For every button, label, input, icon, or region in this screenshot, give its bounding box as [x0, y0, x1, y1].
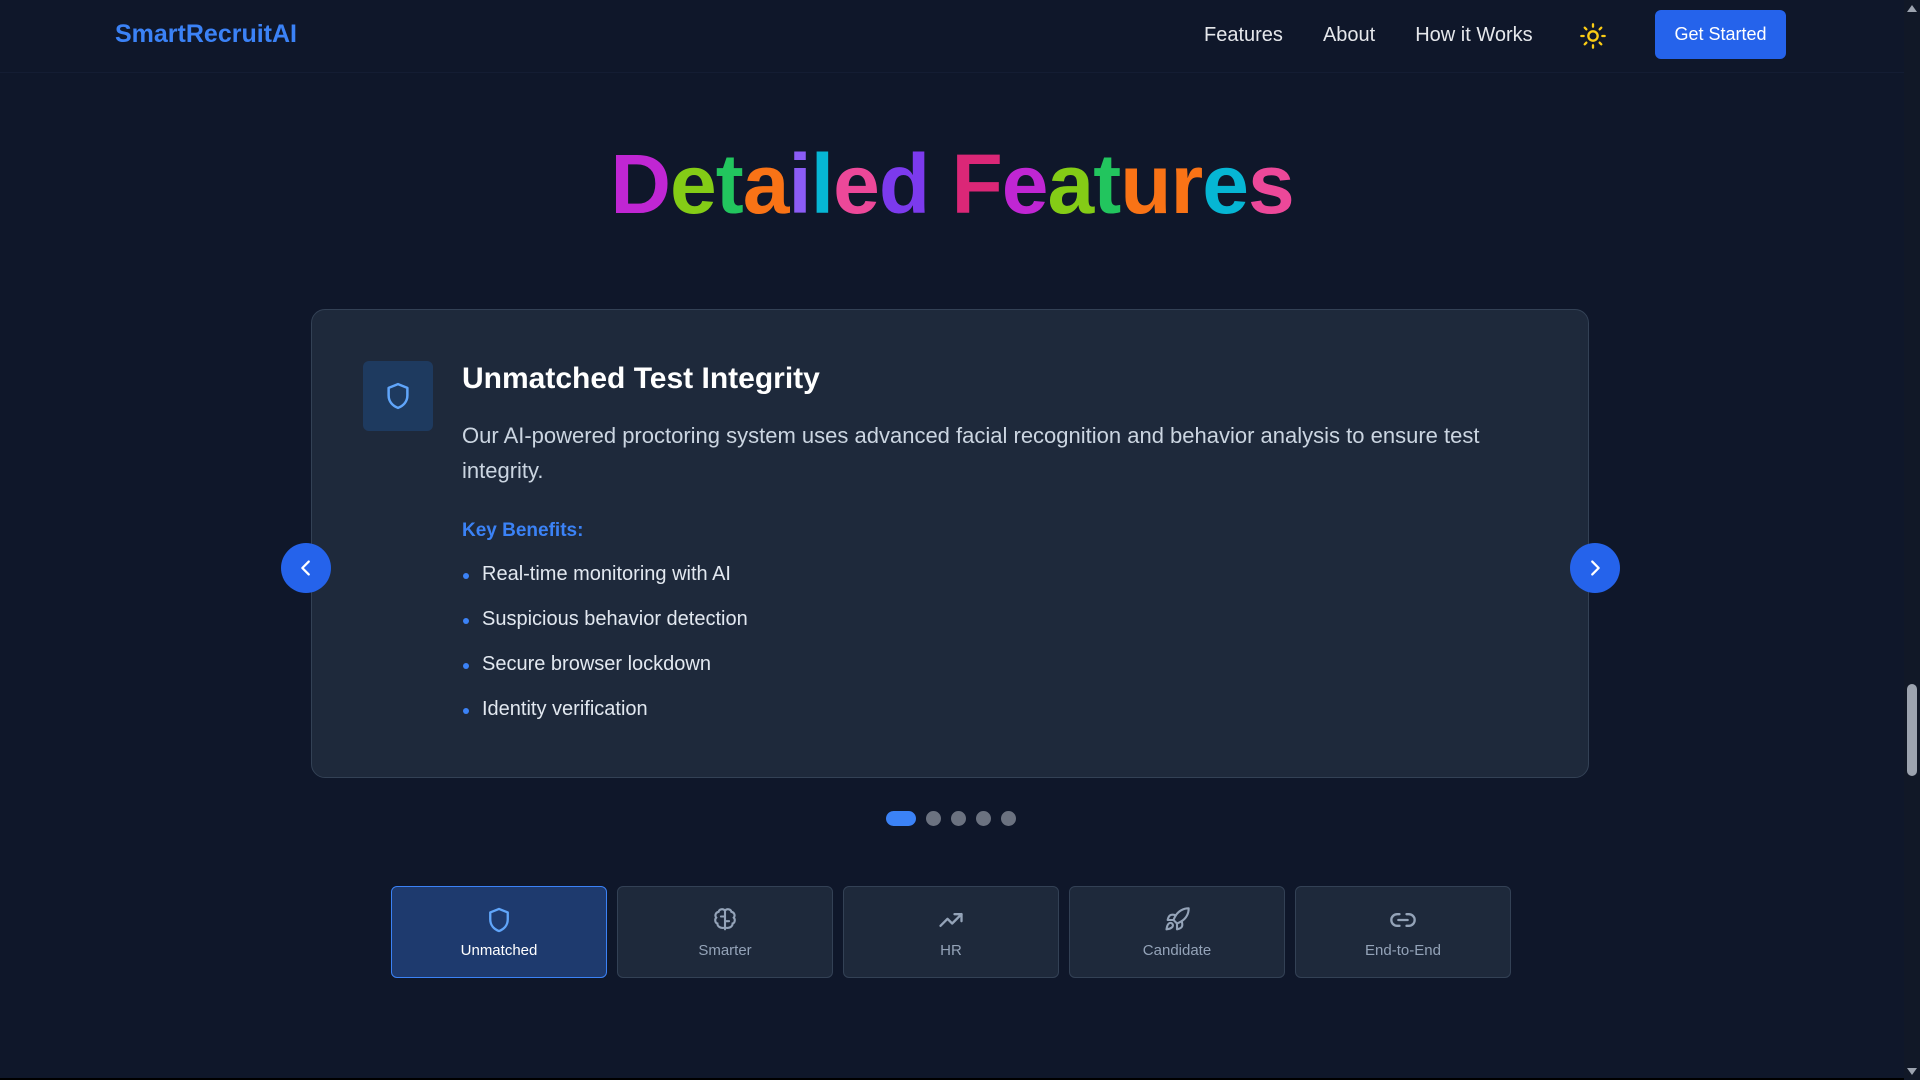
title-letter: i [788, 137, 811, 231]
scrollbar-thumb[interactable] [1907, 684, 1917, 776]
title-letter: D [610, 137, 671, 231]
title-letter: s [1247, 137, 1295, 231]
title-letter: F [951, 137, 1002, 231]
carousel-dot[interactable] [951, 811, 966, 826]
nav-link-how-it-works[interactable]: How it Works [1415, 24, 1532, 47]
scroll-down-arrow[interactable] [1907, 1068, 1917, 1075]
trending-up-icon [939, 912, 963, 927]
title-letter: l [810, 137, 834, 231]
benefits-label: Key Benefits: [462, 520, 584, 541]
top-navbar: SmartRecruitAI Features About How it Wor… [0, 0, 1904, 73]
nav-link-about[interactable]: About [1323, 24, 1375, 47]
tab-candidate[interactable]: Candidate [1069, 886, 1285, 978]
sun-icon[interactable] [1579, 22, 1607, 50]
tab-hr[interactable]: HR [843, 886, 1059, 978]
tab-unmatched[interactable]: Unmatched [391, 886, 607, 978]
title-letter: e [833, 137, 880, 231]
get-started-button[interactable]: Get Started [1655, 10, 1786, 59]
tab-label: Unmatched [460, 941, 538, 959]
tab-label: Candidate [1142, 941, 1212, 959]
benefit-item: Secure browser lockdown [462, 652, 748, 697]
feature-tabs: Unmatched Smarter HR Candidate End-to-En… [391, 886, 1511, 978]
tab-label: Smarter [698, 941, 752, 959]
nav-link-features[interactable]: Features [1204, 24, 1283, 47]
scroll-up-arrow[interactable] [1907, 5, 1917, 12]
title-letter [929, 137, 951, 231]
chevron-left-icon [301, 560, 310, 576]
title-letter: d [878, 137, 930, 231]
feature-description: Our AI-powered proctoring system uses ad… [462, 423, 1480, 483]
title-letter: e [1202, 137, 1249, 231]
carousel-indicators [886, 811, 1016, 826]
benefit-item: Identity verification [462, 697, 748, 742]
brand-logo[interactable]: SmartRecruitAI [115, 20, 297, 49]
title-letter: a [742, 137, 790, 231]
feature-title: Unmatched Test Integrity [462, 362, 820, 395]
carousel-dot[interactable] [926, 811, 941, 826]
tab-label: HR [940, 941, 962, 959]
carousel-dot[interactable] [1001, 811, 1016, 826]
title-letter: e [1001, 137, 1049, 231]
title-letter: t [1093, 137, 1121, 231]
tab-label: End-to-End [1365, 941, 1441, 959]
title-letter: u [1120, 137, 1171, 231]
tab-smarter[interactable]: Smarter [617, 886, 833, 978]
title-letter: t [715, 137, 744, 231]
benefits-list: Real-time monitoring with AI Suspicious … [462, 562, 748, 742]
prev-slide-button[interactable] [281, 543, 331, 593]
benefit-item: Real-time monitoring with AI [462, 562, 748, 607]
title-letter: r [1170, 137, 1204, 231]
section-title: Detailed Features [0, 136, 1904, 233]
chevron-right-icon [1591, 560, 1600, 576]
title-letter: e [670, 137, 717, 231]
title-letter: a [1047, 137, 1095, 231]
next-slide-button[interactable] [1570, 543, 1620, 593]
tab-end-to-end[interactable]: End-to-End [1295, 886, 1511, 978]
rocket-icon [1165, 906, 1190, 930]
feature-card: Unmatched Test Integrity Our AI-powered … [311, 309, 1589, 778]
page-scrollbar[interactable] [1904, 0, 1920, 1080]
carousel-dot[interactable] [886, 811, 916, 826]
benefit-item: Suspicious behavior detection [462, 607, 748, 652]
shield-icon [363, 361, 433, 431]
shield-icon [489, 907, 509, 932]
carousel-dot[interactable] [976, 811, 991, 826]
brain-icon [714, 907, 736, 930]
link-icon [1390, 912, 1416, 927]
nav-links: Features About How it Works [1204, 24, 1533, 47]
